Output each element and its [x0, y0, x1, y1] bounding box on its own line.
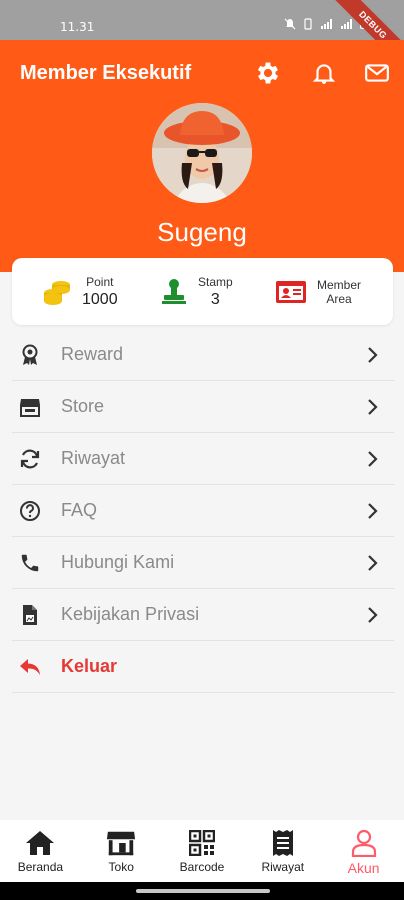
- nav-item-riwayat[interactable]: Riwayat: [242, 820, 323, 882]
- gear-icon: [257, 62, 279, 84]
- signal-icon: [321, 19, 332, 29]
- sync-icon: [20, 449, 40, 468]
- chevron-right-icon: [368, 399, 378, 415]
- chevron-right-icon: [368, 451, 378, 467]
- stamp-stat[interactable]: Stamp 3: [160, 258, 233, 325]
- store-icon: [107, 831, 136, 856]
- bottom-nav: Beranda Toko Barcode Riwayat Akun: [0, 820, 404, 882]
- menu-item-label: Reward: [61, 344, 124, 364]
- mute-icon: [284, 18, 296, 30]
- menu-item-riwayat[interactable]: Riwayat: [12, 433, 394, 485]
- menu-item-label: Hubungi Kami: [61, 552, 175, 572]
- member-area-stat[interactable]: Member Area: [275, 258, 361, 325]
- menu-item-reward[interactable]: Reward: [12, 329, 394, 381]
- menu-item-faq[interactable]: FAQ: [12, 485, 394, 537]
- nav-item-barcode[interactable]: Barcode: [162, 820, 243, 882]
- menu-item-label: Riwayat: [61, 448, 126, 468]
- menu-item-kebijakan-privasi[interactable]: Kebijakan Privasi: [12, 589, 394, 641]
- chevron-right-icon: [368, 555, 378, 571]
- nav-label: Akun: [347, 860, 380, 876]
- point-value: 1000: [82, 290, 118, 308]
- nav-label: Beranda: [17, 860, 64, 874]
- status-bar: 11.31 DEBUG: [0, 0, 404, 78]
- receipt-icon: [272, 830, 293, 856]
- point-stat[interactable]: Point 1000: [42, 258, 118, 325]
- profile-photo: [152, 103, 252, 203]
- menu-item-store[interactable]: Store: [12, 381, 394, 433]
- chevron-right-icon: [368, 607, 378, 623]
- mail-icon: [365, 64, 389, 82]
- phone-icon: [21, 554, 39, 571]
- id-card-icon: [276, 280, 306, 303]
- logout-button[interactable]: Keluar: [12, 641, 394, 693]
- menu-item-label: Kebijakan Privasi: [61, 604, 200, 624]
- nav-label: Riwayat: [261, 860, 305, 874]
- menu-item-hubungi-kami[interactable]: Hubungi Kami: [12, 537, 394, 589]
- account-menu: Reward Store Riwayat FAQ Hubungi Kami Ke…: [12, 329, 394, 693]
- avatar[interactable]: [152, 103, 252, 203]
- qrcode-icon: [188, 830, 215, 856]
- nav-label: Barcode: [179, 860, 225, 874]
- notifications-button[interactable]: [309, 58, 339, 88]
- user-name: Sugeng: [157, 217, 247, 247]
- stamp-icon: [162, 278, 186, 304]
- settings-button[interactable]: [253, 58, 283, 88]
- home-gesture-handle[interactable]: [136, 889, 270, 893]
- status-time: 11.31: [60, 20, 95, 34]
- member-area-label-line2: Area: [326, 291, 352, 306]
- vibrate-icon: [304, 18, 312, 30]
- document-icon: [23, 604, 37, 625]
- nav-item-toko[interactable]: Toko: [81, 820, 162, 882]
- stamp-label: Stamp: [198, 274, 233, 289]
- profile-header: Member Eksekutif Sugeng: [0, 40, 404, 272]
- member-area-label-line1: Member: [317, 277, 362, 292]
- reply-icon: [20, 658, 40, 675]
- signal-2-icon: [341, 19, 352, 29]
- page-title: Member Eksekutif: [20, 62, 192, 84]
- store-icon: [20, 398, 40, 417]
- nav-item-akun[interactable]: Akun: [323, 820, 404, 882]
- bell-icon: [312, 64, 336, 84]
- coins-icon: [44, 280, 70, 305]
- messages-button[interactable]: [362, 58, 392, 88]
- menu-item-label: Store: [61, 396, 105, 416]
- chevron-right-icon: [368, 347, 378, 363]
- help-circle-icon: [20, 500, 40, 521]
- point-label: Point: [86, 274, 114, 289]
- chevron-right-icon: [368, 503, 378, 519]
- user-icon: [351, 829, 376, 857]
- award-icon: [22, 344, 38, 365]
- home-icon: [26, 831, 55, 855]
- menu-item-label: FAQ: [61, 500, 98, 520]
- nav-item-beranda[interactable]: Beranda: [0, 820, 81, 882]
- nav-label: Toko: [108, 860, 134, 874]
- logout-label: Keluar: [61, 656, 118, 676]
- stamp-value: 3: [210, 290, 220, 308]
- stats-card: Point 1000 Stamp 3 Member Area: [12, 258, 393, 325]
- system-nav-bar: [0, 882, 404, 900]
